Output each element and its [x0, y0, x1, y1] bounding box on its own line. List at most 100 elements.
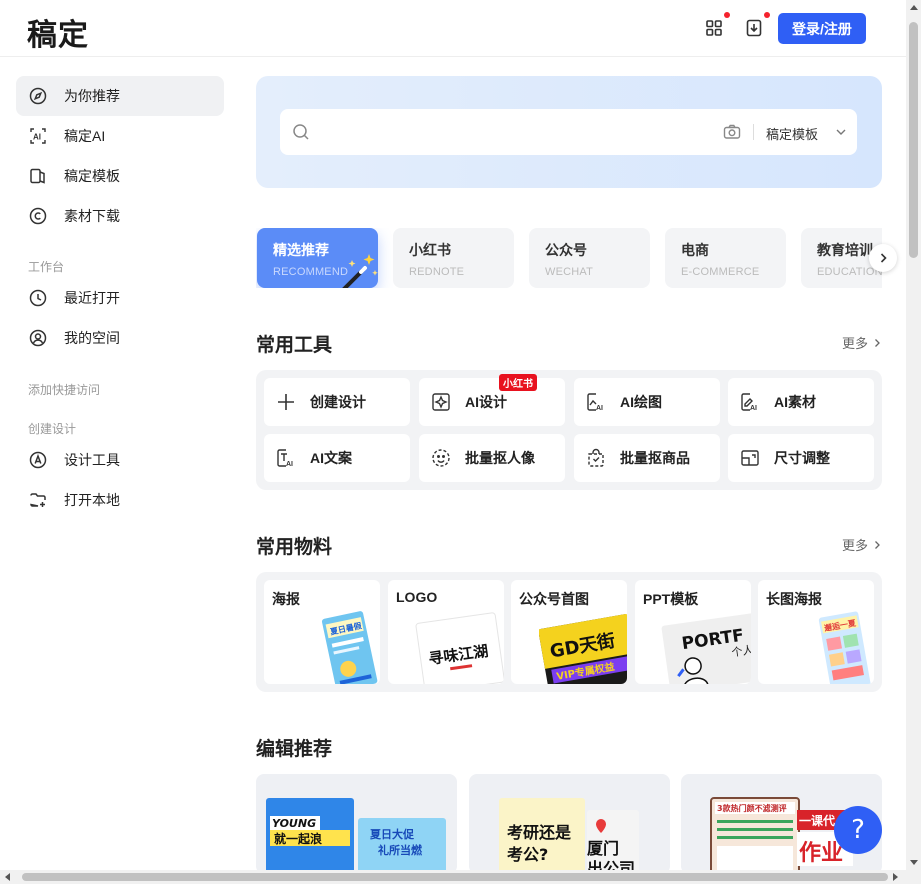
plus-icon	[276, 392, 296, 412]
more-label: 更多	[841, 538, 868, 553]
svg-text:厦门: 厦门	[587, 839, 619, 858]
svg-text:YOUNG: YOUNG	[272, 817, 316, 830]
scroll-right-arrow-icon[interactable]	[893, 873, 898, 881]
folder-plus-icon	[28, 490, 48, 510]
svg-text:AI: AI	[750, 405, 757, 412]
svg-text:考公?: 考公?	[507, 845, 548, 864]
horizontal-scrollbar[interactable]	[0, 870, 921, 884]
editor-picks: YOUNG 就一起浪 夏日大促 礼所当燃 考研还是 考公? 厦门 出公司 3款热…	[256, 774, 882, 874]
sidebar-item-materials[interactable]: 素材下载	[16, 196, 224, 236]
sidebar-item-label: 我的空间	[64, 330, 120, 346]
material-poster[interactable]: 海报 夏日暑假	[264, 580, 380, 684]
tool-ai-copywriting[interactable]: AI AI文案	[264, 434, 410, 482]
chevron-right-icon	[875, 540, 880, 549]
compass-icon	[28, 86, 48, 106]
material-label: 海报	[272, 591, 300, 607]
sidebar-item-ai[interactable]: AI 稿定AI	[16, 116, 224, 156]
svg-text:3款热门颜不滤测评: 3款热门颜不滤测评	[717, 803, 787, 813]
tools-more-link[interactable]: 更多	[842, 333, 882, 352]
sidebar-item-my-space[interactable]: 我的空间	[16, 318, 224, 358]
scroll-up-arrow-icon[interactable]	[910, 5, 918, 10]
category-next-button[interactable]	[869, 244, 897, 272]
tab-ecommerce[interactable]: 电商 E-COMMERCE	[665, 228, 786, 288]
ppt-thumbnail: PORTF 个人	[661, 613, 751, 684]
tab-rednote[interactable]: 小红书 REDNOTE	[393, 228, 514, 288]
material-logo[interactable]: LOGO 寻味江湖	[388, 580, 504, 684]
ai-design-icon	[431, 392, 451, 412]
sidebar-item-recommend[interactable]: 为你推荐	[16, 76, 224, 116]
editor-pick-card[interactable]: 考研还是 考公? 厦门 出公司	[469, 774, 670, 874]
material-wechat-cover[interactable]: 公众号首图 GD天街 VIP专属权益	[511, 580, 627, 684]
tab-title: 电商	[681, 242, 709, 258]
search-box[interactable]: 稿定模板	[280, 109, 857, 155]
apps-grid-icon[interactable]	[703, 12, 730, 39]
tool-create-design[interactable]: 创建设计	[264, 378, 410, 426]
sidebar-item-label: 最近打开	[64, 290, 120, 306]
sidebar-item-label: 稿定AI	[64, 128, 106, 144]
tools-section-title: 常用工具	[256, 335, 333, 356]
tool-batch-product-cutout[interactable]: 批量抠商品	[574, 434, 720, 482]
scroll-left-arrow-icon[interactable]	[5, 873, 10, 881]
sidebar-item-label: 为你推荐	[64, 88, 120, 104]
editor-pick-thumbnail: 考研还是 考公? 厦门 出公司	[499, 798, 639, 874]
chevron-down-icon[interactable]	[835, 126, 847, 138]
editor-pick-card[interactable]: YOUNG 就一起浪 夏日大促 礼所当燃	[256, 774, 457, 874]
sidebar-item-recent[interactable]: 最近打开	[16, 278, 224, 318]
svg-text:个人: 个人	[731, 643, 751, 659]
tool-label: 创建设计	[310, 394, 366, 410]
tab-subtitle: E-COMMERCE	[681, 266, 760, 278]
ai-material-icon: AI	[740, 392, 760, 412]
tool-label: 尺寸调整	[774, 450, 830, 466]
tool-ai-draw[interactable]: AI AI绘图	[574, 378, 720, 426]
camera-search-icon[interactable]	[723, 123, 741, 141]
material-label: 长图海报	[766, 591, 822, 607]
svg-text:AI: AI	[33, 133, 41, 142]
tool-label: AI素材	[774, 394, 816, 410]
top-header: 稿定 登录/注册	[0, 0, 906, 57]
tool-label: 批量抠人像	[465, 450, 535, 466]
long-poster-thumbnail: 邂逅一夏	[818, 611, 871, 684]
rednote-badge: 小红书	[499, 374, 537, 391]
wechat-cover-thumbnail: GD天街 VIP专属权益	[539, 614, 627, 684]
resize-icon	[740, 448, 760, 468]
editor-picks-title: 编辑推荐	[256, 739, 333, 760]
logo[interactable]: 稿定	[27, 10, 89, 54]
download-app-icon[interactable]	[743, 12, 770, 39]
scroll-thumb[interactable]	[909, 22, 918, 258]
tab-wechat[interactable]: 公众号 WECHAT	[529, 228, 650, 288]
tool-batch-portrait-cutout[interactable]: 批量抠人像	[419, 434, 565, 482]
sidebar-item-templates[interactable]: 稿定模板	[16, 156, 224, 196]
tool-ai-design[interactable]: AI设计 小红书	[419, 374, 565, 426]
scroll-down-arrow-icon[interactable]	[910, 860, 918, 865]
material-long-poster[interactable]: 长图海报 邂逅一夏	[758, 580, 874, 684]
materials-more-link[interactable]: 更多	[842, 535, 882, 554]
svg-text:礼所当燃: 礼所当燃	[378, 843, 423, 857]
sidebar-item-label: 打开本地	[64, 492, 120, 508]
logo-thumbnail: 寻味江湖	[415, 612, 504, 684]
quick-access-label[interactable]: 添加快捷访问	[28, 381, 100, 398]
material-ppt-template[interactable]: PPT模板 PORTF 个人	[635, 580, 751, 684]
tool-ai-material[interactable]: AI AI素材	[728, 378, 874, 426]
scroll-thumb[interactable]	[22, 873, 888, 881]
materials-section-title: 常用物料	[256, 537, 333, 558]
search-icon[interactable]	[292, 123, 310, 141]
svg-text:AI: AI	[286, 461, 293, 468]
sidebar-item-design-tool[interactable]: 设计工具	[16, 440, 224, 480]
tab-recommend[interactable]: 精选推荐 RECOMMEND	[257, 228, 378, 288]
chevron-right-icon	[875, 338, 880, 347]
tool-label: AI文案	[310, 450, 352, 466]
search-scope-select[interactable]: 稿定模板	[766, 124, 818, 143]
sidebar-item-open-local[interactable]: 打开本地	[16, 480, 224, 520]
poster-thumbnail: 夏日暑假	[321, 611, 378, 684]
workspace-section-label: 工作台	[28, 260, 65, 274]
category-tabs: 精选推荐 RECOMMEND 小红书 REDNOTE 公众号 WECHAT 电商…	[256, 228, 882, 288]
create-section-label: 创建设计	[28, 422, 77, 436]
svg-text:就一起浪: 就一起浪	[274, 831, 322, 846]
vertical-scrollbar[interactable]	[906, 0, 921, 870]
ai-icon: AI	[28, 126, 48, 146]
tool-resize[interactable]: 尺寸调整	[728, 434, 874, 482]
template-icon	[28, 166, 48, 186]
material-label: LOGO	[396, 589, 438, 605]
help-button[interactable]: ?	[834, 806, 882, 854]
login-register-button[interactable]: 登录/注册	[778, 13, 866, 44]
